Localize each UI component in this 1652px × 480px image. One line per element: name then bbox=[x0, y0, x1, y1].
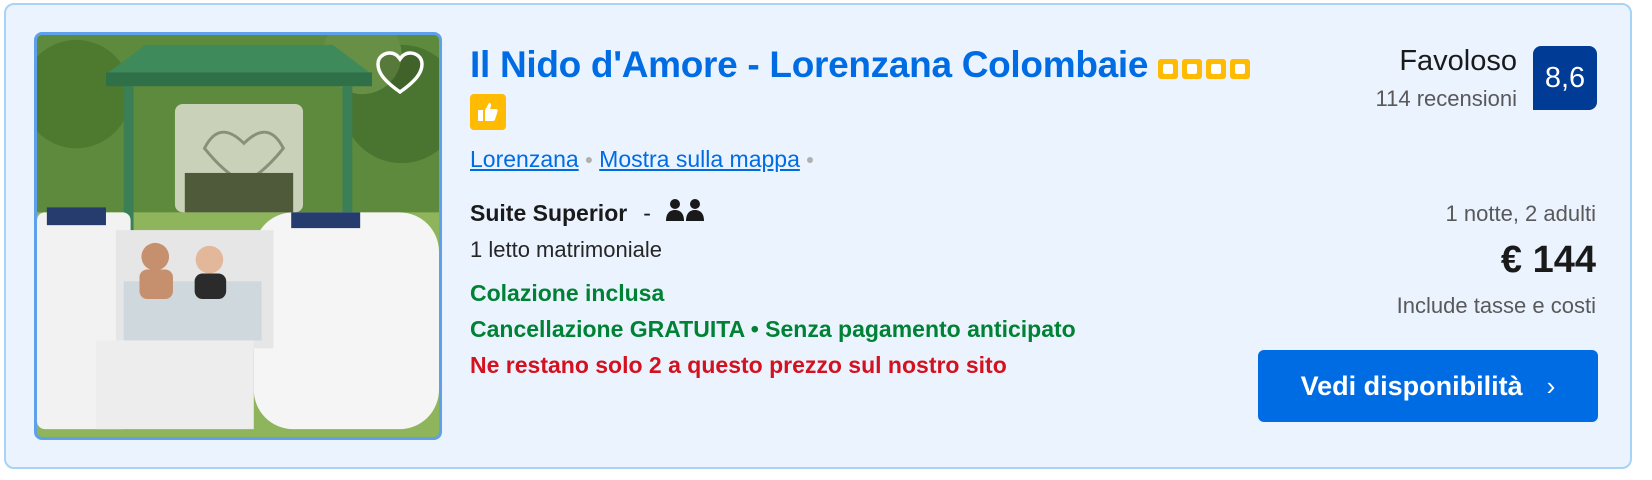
see-availability-label: Vedi disponibilità bbox=[1300, 370, 1523, 401]
free-cancellation: Cancellazione GRATUITA • Senza pagamento… bbox=[470, 316, 1076, 342]
stay-details: 1 notte, 2 adulti bbox=[1445, 201, 1596, 226]
separator-dot: ● bbox=[584, 151, 594, 167]
star-rating bbox=[1158, 58, 1251, 79]
two-persons-icon bbox=[665, 198, 705, 228]
location-link[interactable]: Lorenzana bbox=[470, 146, 579, 172]
favorite-heart-icon[interactable] bbox=[375, 49, 425, 99]
bed-info: 1 letto matrimoniale bbox=[470, 237, 662, 262]
show-on-map-link[interactable]: Mostra sulla mappa bbox=[599, 146, 800, 172]
location-links: Lorenzana ● Mostra sulla mappa ● bbox=[470, 146, 820, 173]
review-summary[interactable]: Favoloso 114 recensioni bbox=[1376, 44, 1517, 112]
review-count: 114 recensioni bbox=[1375, 86, 1517, 111]
taxes-note: Include tasse e costi bbox=[1396, 293, 1596, 318]
property-photo[interactable] bbox=[34, 32, 442, 440]
see-availability-button[interactable]: Vedi disponibilità › bbox=[1258, 350, 1598, 422]
thumbs-up-icon[interactable] bbox=[470, 94, 506, 130]
price: € 144 bbox=[1500, 239, 1596, 281]
star-icon bbox=[1230, 58, 1251, 79]
title-row: Il Nido d'Amore - Lorenzana Colombaie bbox=[470, 42, 1330, 88]
star-icon bbox=[1182, 58, 1203, 79]
property-name-link[interactable]: Il Nido d'Amore - Lorenzana Colombaie bbox=[470, 44, 1148, 85]
separator-dot: ● bbox=[805, 151, 815, 167]
star-icon bbox=[1158, 58, 1179, 79]
room-separator: - bbox=[643, 199, 651, 226]
review-score-badge[interactable]: 8,6 bbox=[1533, 46, 1597, 110]
room-name-label: Suite Superior bbox=[470, 199, 628, 226]
breakfast-included: Colazione inclusa bbox=[470, 280, 665, 306]
chevron-right-icon: › bbox=[1546, 370, 1556, 401]
scarcity-message: Ne restano solo 2 a questo prezzo sul no… bbox=[470, 352, 1007, 378]
room-name: Suite Superior - bbox=[470, 198, 705, 228]
rating-word: Favoloso bbox=[1399, 45, 1517, 77]
star-icon bbox=[1206, 58, 1227, 79]
